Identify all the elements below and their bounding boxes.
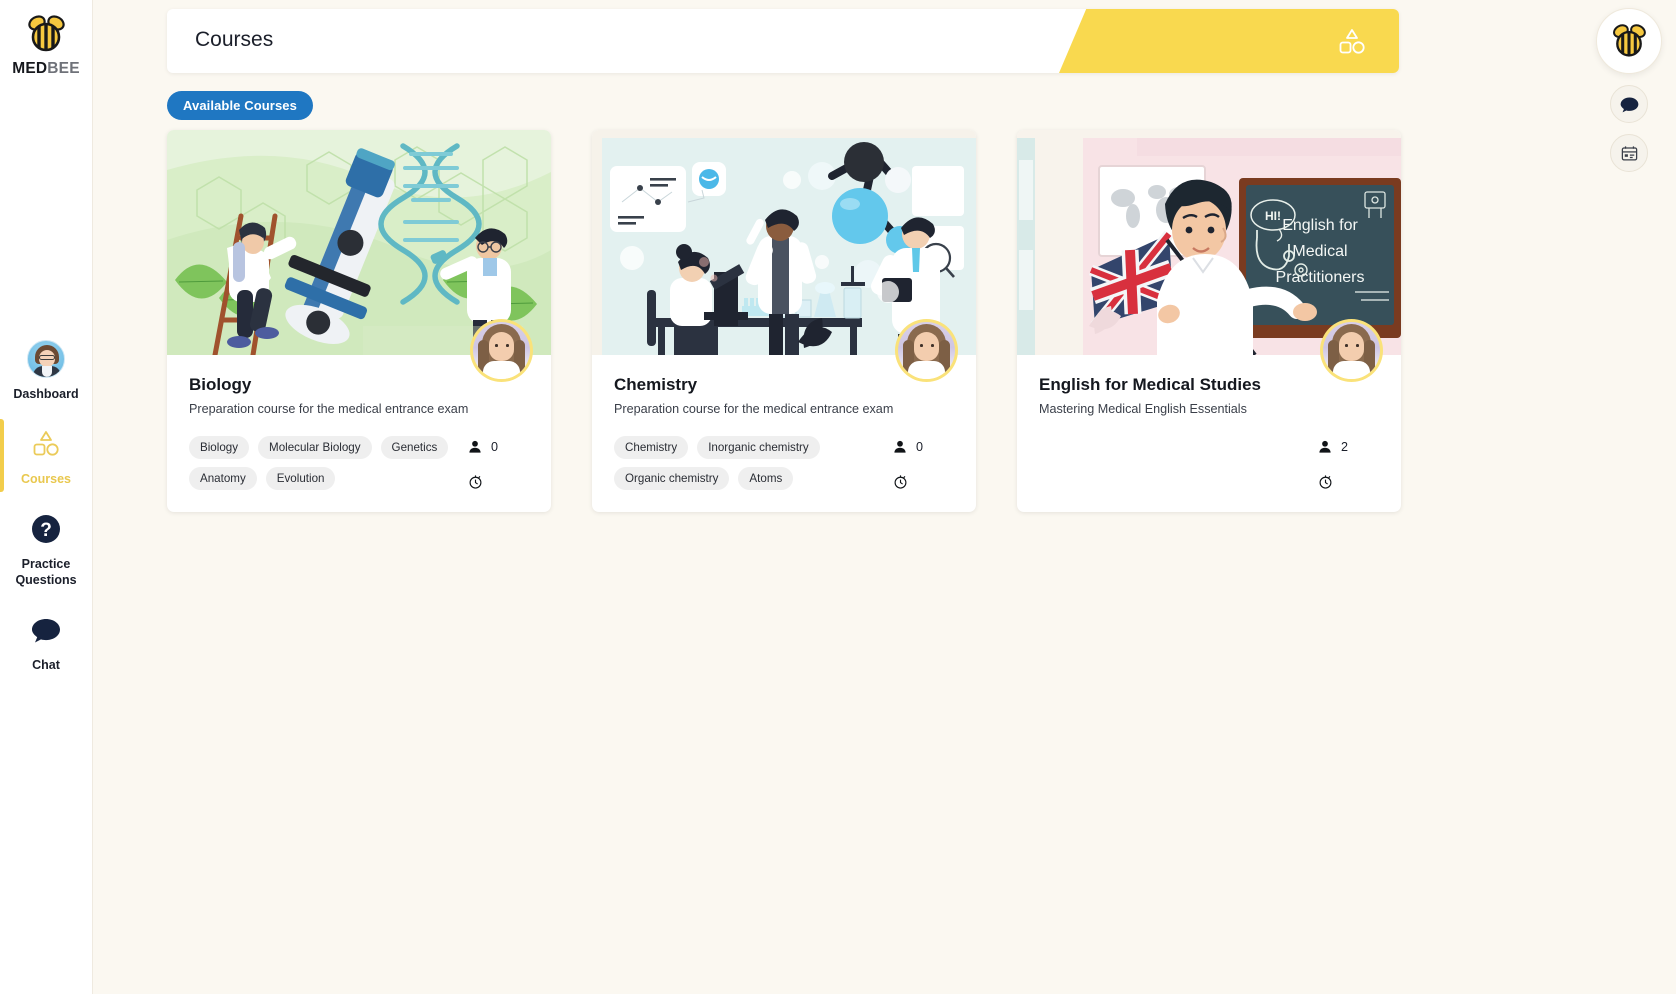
tab-available-courses[interactable]: Available Courses (167, 91, 313, 120)
sidebar-item-chat[interactable]: Chat (0, 599, 92, 684)
course-title: Biology (189, 375, 252, 394)
bee-icon (28, 15, 65, 52)
instructor-avatar[interactable] (470, 319, 533, 382)
course-card-body: English for Medical Studies Mastering Me… (1017, 319, 1401, 492)
course-tag[interactable]: Inorganic chemistry (697, 436, 820, 459)
course-tag[interactable]: Biology (189, 436, 250, 459)
course-tags: Biology Molecular Biology Genetics Anato… (189, 436, 455, 492)
course-tag[interactable]: Genetics (380, 436, 449, 459)
chat-bubble-icon (1620, 97, 1638, 112)
course-tags (1039, 436, 1305, 492)
chat-button[interactable] (1610, 85, 1648, 123)
course-card[interactable]: Chemistry Preparation course for the med… (592, 130, 976, 512)
course-subtitle: Preparation course for the medical entra… (189, 402, 469, 416)
page-title: Courses (195, 28, 274, 51)
course-tag[interactable]: Anatomy (189, 467, 257, 490)
course-card-grid: Biology Preparation course for the medic… (167, 130, 1401, 512)
course-tag[interactable]: Chemistry (614, 436, 689, 459)
enrolled-count: 0 (916, 440, 924, 454)
enrolled-count: 0 (491, 440, 499, 454)
instructor-avatar[interactable] (895, 319, 958, 382)
question-mark-circle-icon: ? (26, 509, 66, 549)
sidebar-item-dashboard[interactable]: Dashboard (0, 328, 92, 413)
chalkboard-line-3: Practitioners (1276, 269, 1365, 286)
course-card[interactable]: English for Medical Practitioners HI! En… (1017, 130, 1401, 512)
bee-icon (1613, 24, 1646, 57)
enrolled-count-row: 2 (1317, 436, 1348, 458)
course-tag[interactable]: Atoms (738, 467, 794, 490)
header-shapes-icon (1337, 27, 1367, 62)
person-icon (1319, 440, 1331, 453)
course-filter-tabs: Available Courses (167, 91, 313, 120)
course-title: English for Medical Studies (1039, 375, 1261, 394)
course-meta: 0 (455, 436, 529, 492)
stopwatch-icon (1319, 474, 1332, 489)
enrolled-count-row: 0 (892, 436, 923, 458)
duration-row (1317, 470, 1334, 492)
course-tags: Chemistry Inorganic chemistry Organic ch… (614, 436, 880, 492)
floating-action-buttons (1596, 8, 1662, 172)
course-card[interactable]: Biology Preparation course for the medic… (167, 130, 551, 512)
shapes-icon (26, 424, 66, 464)
enrolled-count: 2 (1341, 440, 1349, 454)
sidebar-item-practice-questions[interactable]: ? Practice Questions (0, 498, 92, 599)
stopwatch-icon (469, 474, 482, 489)
course-subtitle: Preparation course for the medical entra… (614, 402, 894, 416)
course-card-footer: Biology Molecular Biology Genetics Anato… (189, 436, 529, 492)
speech-bubble-text: HI! (1265, 209, 1281, 223)
user-avatar-icon (26, 339, 66, 379)
sidebar-item-label: Courses (20, 472, 72, 486)
sidebar-item-courses[interactable]: Courses (0, 413, 92, 498)
app-logo[interactable]: MEDBEE (12, 14, 80, 78)
course-card-footer: Chemistry Inorganic chemistry Organic ch… (614, 436, 954, 492)
chat-bubble-icon (26, 610, 66, 650)
duration-row (467, 470, 484, 492)
course-meta: 0 (880, 436, 954, 492)
logo-text: MEDBEE (12, 60, 80, 78)
page-header-banner: Courses (167, 9, 1399, 73)
person-icon (469, 440, 481, 453)
chalkboard-line-2: Medical (1292, 243, 1347, 260)
logo-text-med: MED (12, 60, 48, 77)
calendar-button[interactable] (1610, 134, 1648, 172)
course-meta: 2 (1305, 436, 1379, 492)
enrolled-count-row: 0 (467, 436, 498, 458)
course-title: Chemistry (614, 375, 698, 394)
logo-text-bee: BEE (47, 60, 80, 77)
calendar-icon (1621, 145, 1637, 160)
course-card-body: Biology Preparation course for the medic… (167, 319, 551, 492)
instructor-avatar[interactable] (1320, 319, 1383, 382)
course-tag[interactable]: Organic chemistry (614, 467, 730, 490)
course-card-body: Chemistry Preparation course for the med… (592, 319, 976, 492)
profile-bee-button[interactable] (1596, 8, 1662, 74)
sidebar-nav: Dashboard Courses ? Practice Questions C… (0, 328, 92, 684)
course-tag[interactable]: Molecular Biology (258, 436, 372, 459)
course-subtitle: Mastering Medical English Essentials (1039, 402, 1247, 416)
sidebar-item-label: Practice Questions (15, 557, 77, 587)
stopwatch-icon (894, 474, 907, 489)
sidebar-item-label: Chat (32, 658, 60, 672)
sidebar-item-label: Dashboard (13, 387, 79, 401)
duration-row (892, 470, 909, 492)
person-icon (894, 440, 906, 453)
svg-text:?: ? (40, 520, 52, 541)
course-card-footer: 2 (1039, 436, 1379, 492)
course-tag[interactable]: Evolution (265, 467, 336, 490)
sidebar: MEDBEE Dashboard Courses ? Practice Ques… (0, 0, 93, 994)
